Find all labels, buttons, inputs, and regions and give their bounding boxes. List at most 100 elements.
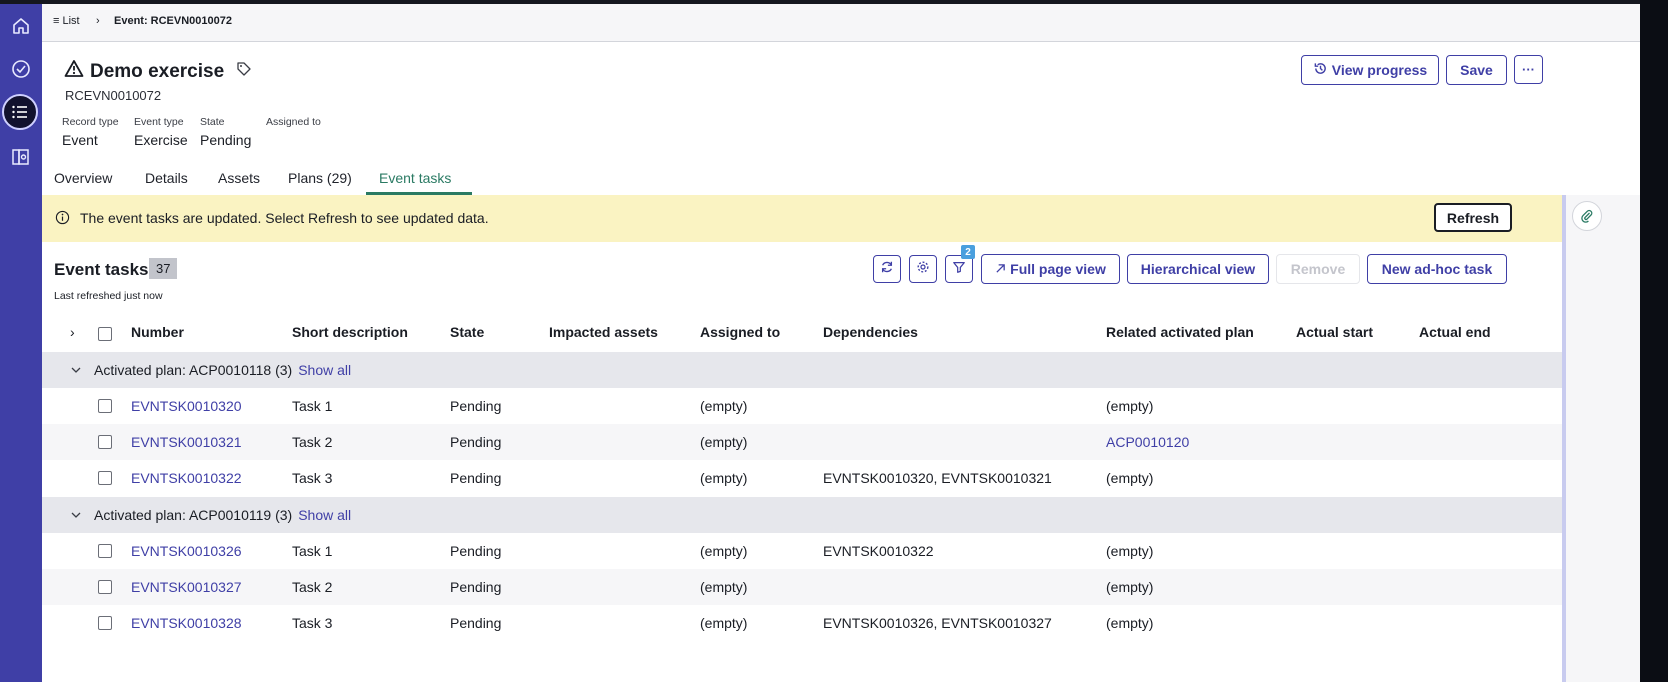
more-actions-button[interactable]: ··· [1514, 55, 1543, 84]
task-number-link[interactable]: EVNTSK0010320 [131, 398, 242, 414]
meta-value: Event [62, 132, 98, 148]
tab-assets[interactable]: Assets [218, 170, 260, 186]
gear-icon [916, 260, 930, 279]
show-all-link[interactable]: Show all [298, 507, 351, 523]
right-utility-strip [1562, 195, 1640, 682]
chevron-down-icon[interactable] [70, 363, 82, 381]
task-state: Pending [450, 398, 502, 414]
select-all-checkbox[interactable] [98, 327, 112, 341]
meta-record-type: Record type Event [62, 116, 119, 148]
event-tasks-count: 37 [149, 258, 178, 279]
filter-button[interactable] [945, 255, 973, 283]
task-state: Pending [450, 615, 502, 631]
tab-details[interactable]: Details [145, 170, 188, 186]
table-row[interactable]: EVNTSK0010321 Task 2 Pending (empty) ACP… [42, 424, 1562, 460]
settings-button[interactable] [909, 255, 937, 283]
col-actual-end[interactable]: Actual end [1419, 324, 1491, 340]
row-checkbox[interactable] [98, 616, 112, 630]
show-all-link[interactable]: Show all [298, 362, 351, 378]
col-impacted-assets[interactable]: Impacted assets [549, 324, 658, 340]
task-number-link[interactable]: EVNTSK0010321 [131, 434, 242, 450]
new-adhoc-task-button[interactable]: New ad-hoc task [1367, 254, 1507, 284]
save-button[interactable]: Save [1446, 55, 1507, 85]
task-related-plan: (empty) [1106, 470, 1154, 486]
task-related-plan: (empty) [1106, 543, 1154, 559]
task-assigned-to: (empty) [700, 579, 748, 595]
group-label: Activated plan: ACP0010119 (3) Show all [94, 507, 352, 523]
task-assigned-to: (empty) [700, 470, 748, 486]
record-tabs: Overview Details Assets Plans (29) Event… [42, 170, 1640, 196]
list-icon[interactable] [2, 94, 38, 130]
task-assigned-to: (empty) [700, 398, 748, 414]
expand-all-icon[interactable]: › [70, 324, 75, 340]
breadcrumb: ≡ List › Event: RCEVN0010072 [42, 4, 1640, 42]
chevron-down-icon[interactable] [70, 508, 82, 526]
tab-event-tasks[interactable]: Event tasks [379, 170, 451, 186]
task-number-link[interactable]: EVNTSK0010326 [131, 543, 242, 559]
remove-button[interactable]: Remove [1276, 254, 1360, 284]
col-actual-start[interactable]: Actual start [1296, 324, 1373, 340]
check-circle-icon[interactable] [8, 56, 34, 82]
map-book-icon[interactable] [8, 144, 34, 170]
strip-divider [1562, 195, 1566, 682]
filter-icon [952, 260, 966, 279]
row-checkbox[interactable] [98, 435, 112, 449]
col-related-activated-plan[interactable]: Related activated plan [1106, 324, 1254, 340]
hierarchical-view-button[interactable]: Hierarchical view [1127, 254, 1269, 284]
task-related-plan: (empty) [1106, 579, 1154, 595]
table-row[interactable]: EVNTSK0010327 Task 2 Pending (empty) (em… [42, 569, 1562, 605]
meta-event-type: Event type Exercise [134, 116, 188, 148]
col-dependencies[interactable]: Dependencies [823, 324, 918, 340]
task-short-description: Task 2 [292, 579, 333, 595]
task-related-plan: (empty) [1106, 615, 1154, 631]
col-state[interactable]: State [450, 324, 484, 340]
table-row[interactable]: EVNTSK0010320 Task 1 Pending (empty) (em… [42, 388, 1562, 424]
task-number-link[interactable]: EVNTSK0010322 [131, 470, 242, 486]
task-number-link[interactable]: EVNTSK0010328 [131, 615, 242, 631]
table-row[interactable]: EVNTSK0010328 Task 3 Pending (empty) EVN… [42, 605, 1562, 641]
refresh-list-button[interactable] [873, 255, 901, 283]
task-dependencies: EVNTSK0010326, EVNTSK0010327 [823, 615, 1052, 631]
related-plan-link[interactable]: ACP0010120 [1106, 434, 1189, 450]
home-icon[interactable] [8, 13, 34, 39]
tag-icon[interactable] [236, 61, 252, 83]
task-short-description: Task 1 [292, 543, 333, 559]
view-progress-button[interactable]: View progress [1301, 55, 1439, 85]
row-checkbox[interactable] [98, 544, 112, 558]
breadcrumb-list[interactable]: ≡ List [53, 15, 80, 27]
task-assigned-to: (empty) [700, 615, 748, 631]
group-label: Activated plan: ACP0010118 (3) Show all [94, 362, 352, 378]
row-checkbox[interactable] [98, 399, 112, 413]
task-short-description: Task 3 [292, 470, 333, 486]
tab-overview[interactable]: Overview [54, 170, 112, 186]
record-number: RCEVN0010072 [65, 88, 162, 103]
col-assigned-to[interactable]: Assigned to [700, 324, 780, 340]
chevron-right-icon: › [96, 15, 100, 27]
row-checkbox[interactable] [98, 471, 112, 485]
task-related-plan: (empty) [1106, 398, 1154, 414]
full-page-view-button[interactable]: Full page view [981, 254, 1120, 284]
banner-message: The event tasks are updated. Select Refr… [80, 210, 489, 226]
col-number[interactable]: Number [131, 324, 184, 340]
refresh-button[interactable]: Refresh [1434, 203, 1512, 232]
paperclip-icon[interactable] [1572, 201, 1602, 231]
task-short-description: Task 3 [292, 615, 333, 631]
row-checkbox[interactable] [98, 580, 112, 594]
task-assigned-to: (empty) [700, 434, 748, 450]
task-state: Pending [450, 434, 502, 450]
update-banner: The event tasks are updated. Select Refr… [42, 195, 1562, 242]
right-edge [1640, 0, 1668, 682]
group-row: Activated plan: ACP0010118 (3) Show all [42, 352, 1562, 388]
task-number-link[interactable]: EVNTSK0010327 [131, 579, 242, 595]
tab-plans[interactable]: Plans (29) [288, 170, 352, 186]
table-row[interactable]: EVNTSK0010326 Task 1 Pending (empty) EVN… [42, 533, 1562, 569]
col-short-description[interactable]: Short description [292, 324, 408, 340]
breadcrumb-current: Event: RCEVN0010072 [114, 15, 233, 27]
meta-label: Assigned to [266, 116, 321, 128]
meta-state: State Pending [200, 116, 251, 148]
table-row[interactable]: EVNTSK0010322 Task 3 Pending (empty) EVN… [42, 460, 1562, 496]
meta-assigned-to: Assigned to [266, 116, 321, 132]
task-dependencies: EVNTSK0010322 [823, 543, 934, 559]
event-tasks-title: Event tasks [54, 260, 149, 279]
group-row: Activated plan: ACP0010119 (3) Show all [42, 497, 1562, 533]
